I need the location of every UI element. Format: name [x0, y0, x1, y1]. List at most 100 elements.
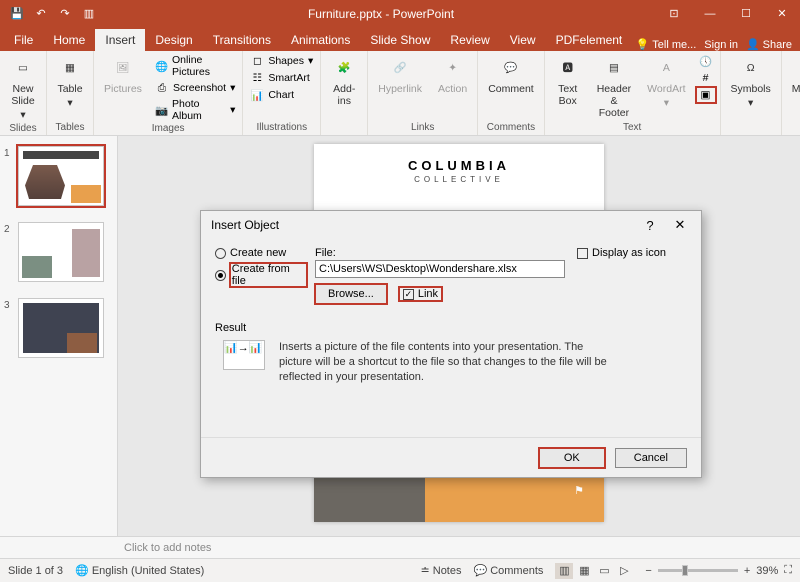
new-slide-icon: ▭: [10, 55, 36, 81]
flag-icon: ⚑: [574, 484, 584, 497]
tab-file[interactable]: File: [4, 29, 43, 51]
tab-slideshow[interactable]: Slide Show: [360, 29, 440, 51]
tab-pdfelement[interactable]: PDFelement: [546, 29, 633, 51]
tell-me[interactable]: 💡Tell me...: [636, 38, 697, 51]
comment-button[interactable]: 💬Comment: [482, 53, 540, 97]
hyperlink-icon: 🔗: [387, 55, 413, 81]
redo-icon[interactable]: ↷: [54, 3, 76, 25]
bulb-icon: 💡: [636, 38, 650, 51]
sorter-view-icon[interactable]: ▦: [575, 563, 593, 579]
zoom-level[interactable]: 39%: [756, 565, 778, 577]
radio-create-new[interactable]: Create new: [215, 247, 307, 259]
online-pictures-icon: 🌐: [155, 59, 168, 73]
zoom-in-icon[interactable]: +: [744, 565, 750, 577]
tab-view[interactable]: View: [500, 29, 546, 51]
action-button[interactable]: ✦Action: [432, 53, 473, 97]
slide-counter[interactable]: Slide 1 of 3: [8, 565, 63, 577]
reading-view-icon[interactable]: ▭: [595, 563, 613, 579]
table-button[interactable]: ▦Table▾: [51, 53, 89, 111]
slide-number-button[interactable]: #: [696, 70, 716, 86]
date-icon: 🕔: [699, 54, 713, 68]
maximize-icon[interactable]: ☐: [728, 0, 764, 27]
chevron-down-icon: ▾: [20, 109, 25, 121]
photo-album-button[interactable]: 📷Photo Album▾: [152, 97, 238, 123]
share-button[interactable]: 👤Share: [746, 38, 792, 51]
link-checkbox[interactable]: ✓Link: [403, 288, 438, 300]
comments-toggle[interactable]: 💬 Comments: [474, 564, 544, 577]
slideshow-view-icon[interactable]: ▷: [615, 563, 633, 579]
tab-transitions[interactable]: Transitions: [203, 29, 281, 51]
picture-icon: 🖼: [110, 55, 136, 81]
chevron-down-icon: ▾: [230, 104, 235, 116]
normal-view-icon[interactable]: ▥: [555, 563, 573, 579]
wordart-button[interactable]: AWordArt▾: [641, 53, 691, 111]
result-icon: 📊→📊: [223, 340, 265, 370]
browse-button[interactable]: Browse...: [315, 284, 387, 304]
ok-button[interactable]: OK: [539, 448, 605, 468]
pictures-button[interactable]: 🖼Pictures: [98, 53, 148, 97]
dialog-close-icon[interactable]: ✕: [665, 217, 695, 233]
number-icon: #: [699, 71, 713, 85]
thumbnail-2[interactable]: [18, 222, 104, 282]
symbols-button[interactable]: ΩSymbols▾: [725, 53, 777, 111]
minimize-icon[interactable]: —: [692, 0, 728, 27]
screenshot-icon: ⎙: [155, 81, 169, 95]
titlebar: 💾 ↶ ↷ ▥ Furniture.pptx - PowerPoint ⊡ — …: [0, 0, 800, 27]
shapes-button[interactable]: ◻Shapes▾: [247, 53, 316, 69]
close-icon[interactable]: ✕: [764, 0, 800, 27]
notes-pane[interactable]: Click to add notes: [0, 536, 800, 558]
tab-design[interactable]: Design: [145, 29, 202, 51]
symbol-icon: Ω: [738, 55, 764, 81]
date-time-button[interactable]: 🕔: [696, 53, 716, 69]
chevron-down-icon: ▾: [748, 97, 753, 109]
new-slide-button[interactable]: ▭New Slide▾: [4, 53, 42, 123]
notes-toggle[interactable]: ≐ Notes: [421, 564, 462, 577]
cancel-button[interactable]: Cancel: [615, 448, 687, 468]
header-footer-button[interactable]: ▤Header & Footer: [591, 53, 637, 121]
screenshot-button[interactable]: ⎙Screenshot▾: [152, 80, 238, 96]
slide-thumbnails: 1 2 3: [0, 136, 118, 536]
radio-create-from-file[interactable]: Create from file: [215, 263, 307, 287]
wordart-icon: A: [653, 55, 679, 81]
file-path-input[interactable]: [315, 260, 565, 278]
shapes-icon: ◻: [250, 54, 264, 68]
sign-in[interactable]: Sign in: [704, 39, 738, 51]
media-button[interactable]: 🔊Media▾: [786, 53, 800, 111]
chevron-down-icon: ▾: [67, 97, 72, 109]
ribbon-display-icon[interactable]: ⊡: [656, 0, 692, 27]
textbox-button[interactable]: 🅰Text Box: [549, 53, 587, 109]
display-as-icon-checkbox[interactable]: Display as icon: [577, 247, 666, 259]
group-illustrations-label: Illustrations: [257, 122, 308, 135]
thumb-num: 2: [4, 222, 14, 235]
tab-insert[interactable]: Insert: [95, 29, 145, 51]
chevron-down-icon: ▾: [230, 82, 235, 94]
online-pictures-button[interactable]: 🌐Online Pictures: [152, 53, 238, 79]
language-status[interactable]: 🌐 English (United States): [75, 564, 204, 577]
window-title: Furniture.pptx - PowerPoint: [106, 7, 656, 21]
start-from-beginning-icon[interactable]: ▥: [78, 3, 100, 25]
save-icon[interactable]: 💾: [6, 3, 28, 25]
tab-animations[interactable]: Animations: [281, 29, 360, 51]
group-links-label: Links: [411, 122, 434, 135]
group-text-label: Text: [623, 122, 641, 135]
smartart-icon: ☷: [250, 71, 264, 85]
result-label: Result: [215, 322, 687, 334]
chevron-down-icon: ▾: [664, 97, 669, 109]
smartart-button[interactable]: ☷SmartArt: [247, 70, 316, 86]
undo-icon[interactable]: ↶: [30, 3, 52, 25]
tab-home[interactable]: Home: [43, 29, 95, 51]
zoom-out-icon[interactable]: −: [645, 565, 651, 577]
addins-button[interactable]: 🧩Add- ins: [325, 53, 363, 109]
zoom-slider[interactable]: [658, 569, 738, 572]
help-icon[interactable]: ?: [635, 218, 665, 233]
chart-button[interactable]: 📊Chart: [247, 87, 316, 103]
result-text: Inserts a picture of the file contents i…: [279, 340, 619, 385]
thumbnail-3[interactable]: [18, 298, 104, 358]
media-icon: 🔊: [793, 55, 800, 81]
thumbnail-1[interactable]: [18, 146, 104, 206]
tab-review[interactable]: Review: [440, 29, 499, 51]
hyperlink-button[interactable]: 🔗Hyperlink: [372, 53, 428, 97]
object-button[interactable]: ▣: [696, 87, 716, 103]
status-bar: Slide 1 of 3 🌐 English (United States) ≐…: [0, 558, 800, 582]
fit-to-window-icon[interactable]: ⛶: [784, 564, 792, 577]
